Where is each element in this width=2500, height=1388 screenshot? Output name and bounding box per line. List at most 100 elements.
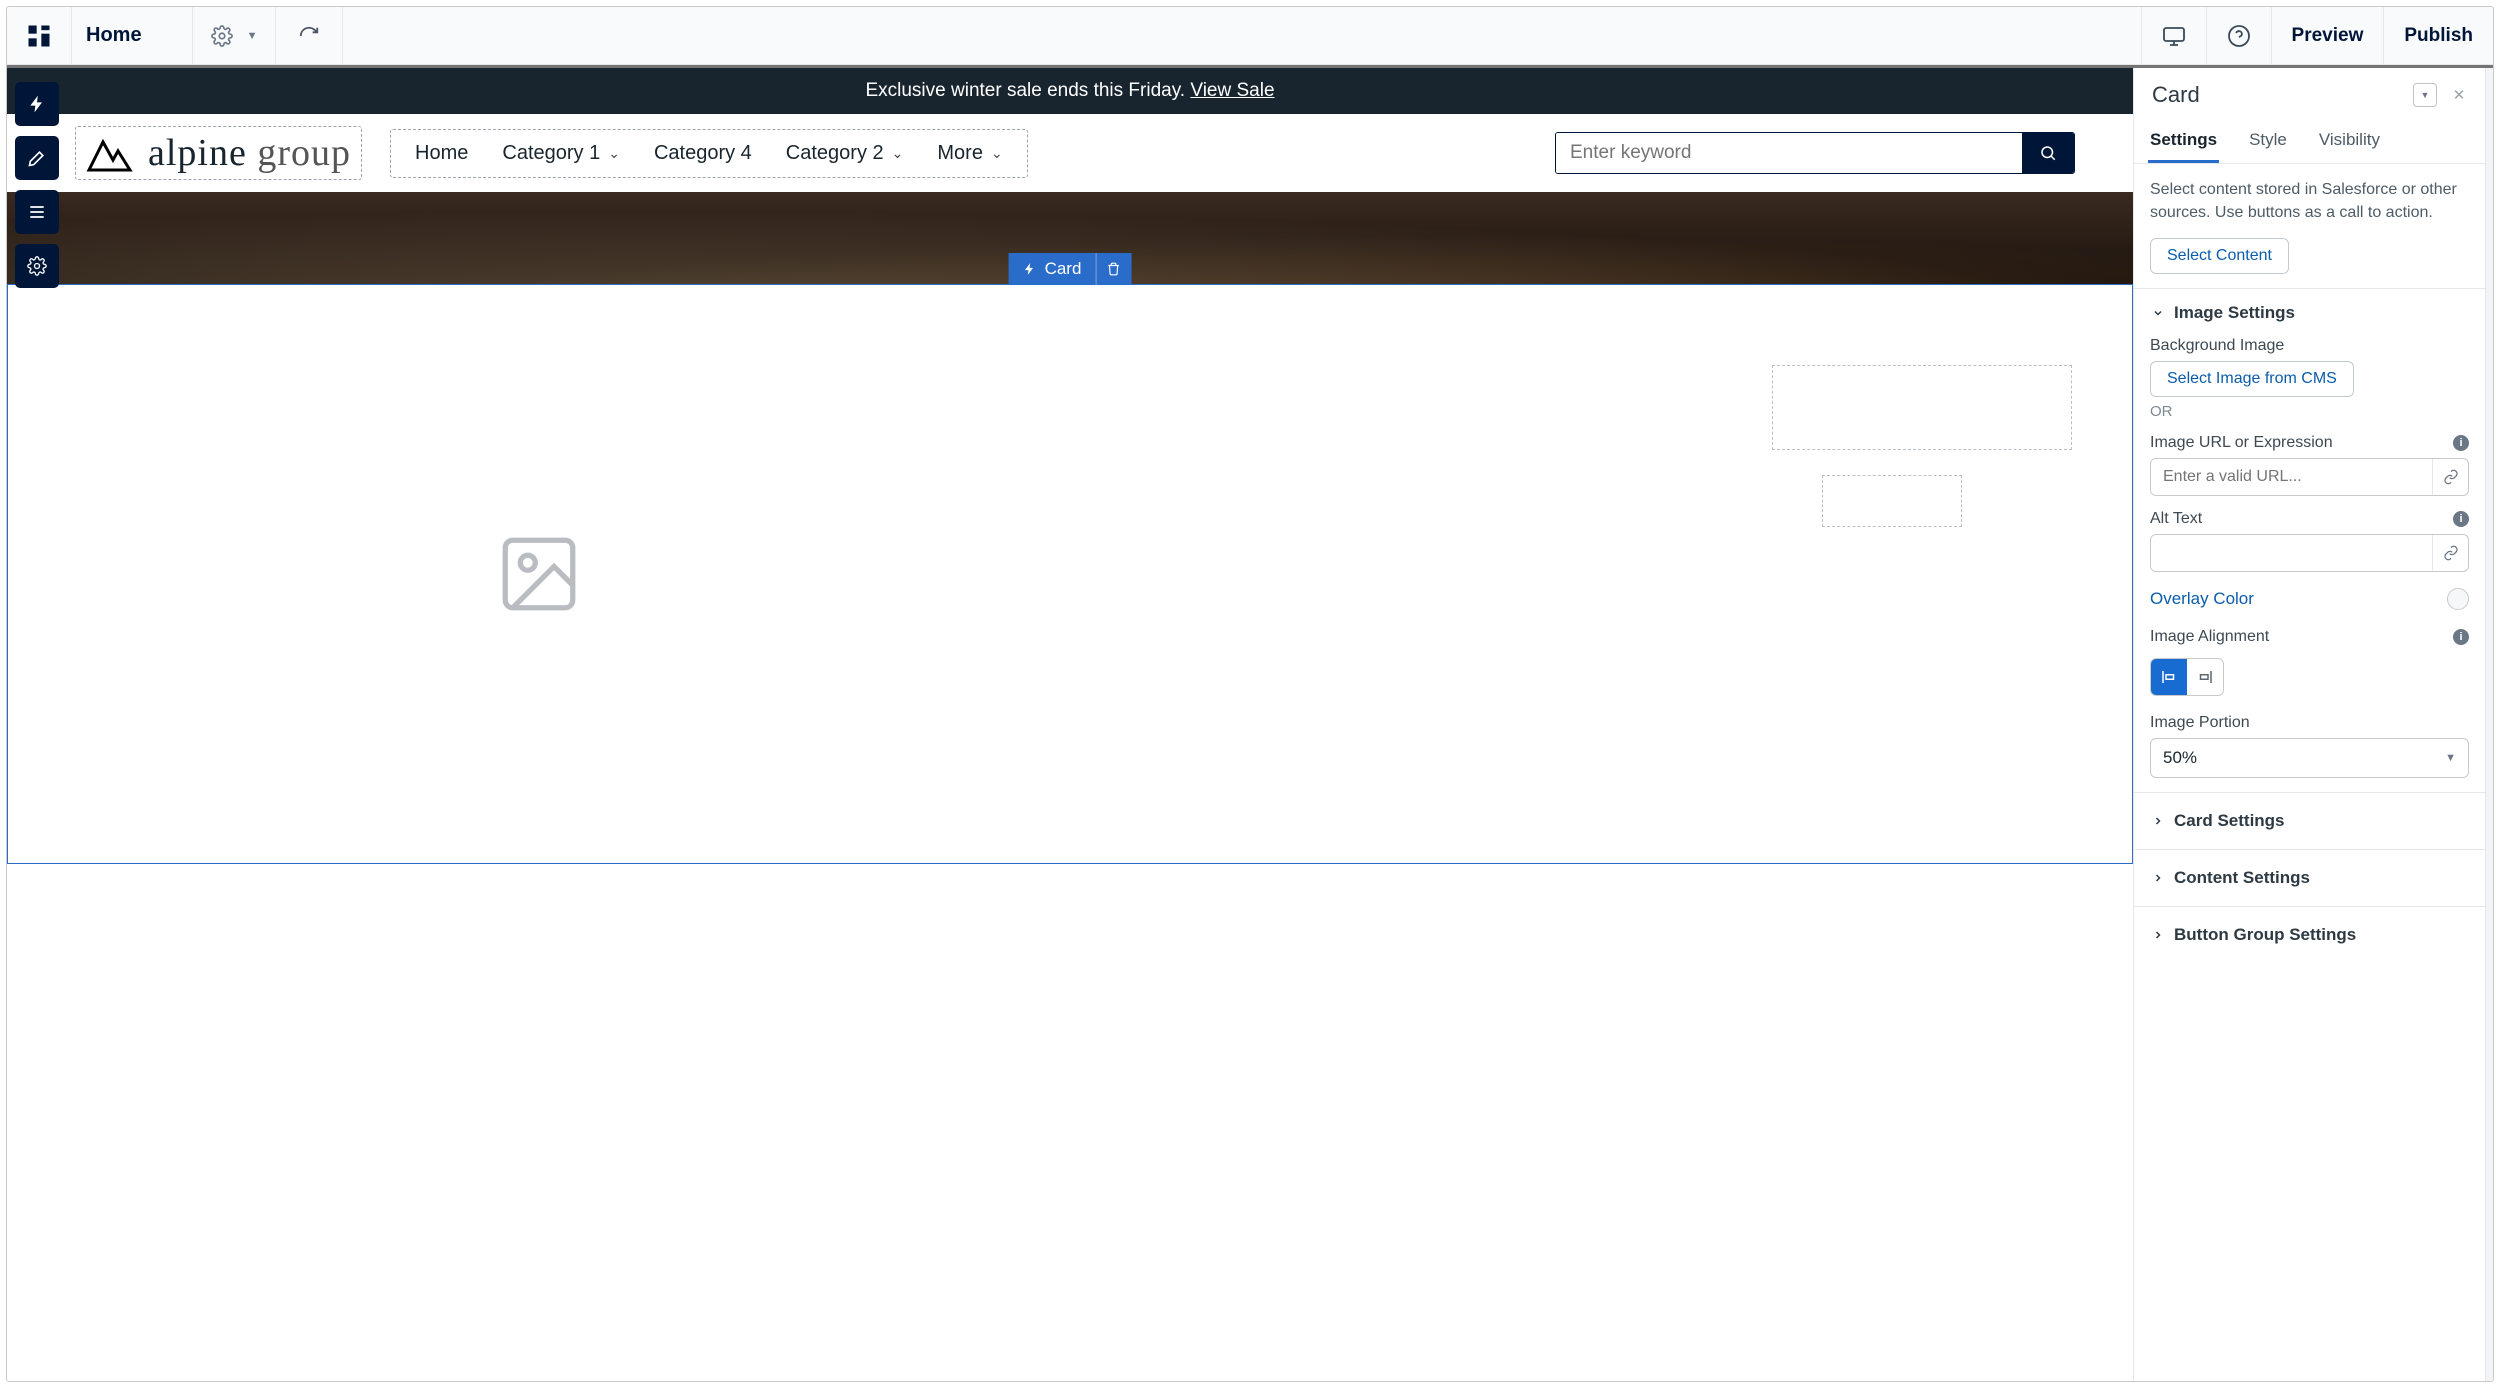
selection-delete-button[interactable] <box>1095 253 1131 285</box>
lightning-icon <box>1023 262 1037 276</box>
image-settings-section: Image Settings Background Image Select I… <box>2134 289 2485 793</box>
card-component-selected[interactable]: Card <box>7 284 2133 864</box>
tab-visibility[interactable]: Visibility <box>2317 120 2382 163</box>
chevron-down-icon: ⌄ <box>608 145 620 162</box>
panel-title: Card <box>2152 82 2200 108</box>
builder-logo[interactable] <box>7 7 72 64</box>
help-button[interactable] <box>2206 7 2271 64</box>
builder-app-shell: Home ▼ Preview Publish <box>6 6 2494 1382</box>
card-settings-accordion[interactable]: Card Settings <box>2134 793 2485 850</box>
image-placeholder-icon <box>489 529 589 619</box>
panel-close-button[interactable]: ✕ <box>2447 83 2471 107</box>
chevron-down-icon: ▼ <box>247 30 258 42</box>
tab-settings[interactable]: Settings <box>2148 120 2219 163</box>
refresh-button[interactable] <box>276 7 343 64</box>
alt-text-label: Alt Text i <box>2150 510 2469 528</box>
site-nav: Home Category 1 ⌄ Category 4 Category 2 … <box>390 129 1028 178</box>
image-alignment-label: Image Alignment i <box>2150 628 2469 646</box>
align-left-button[interactable] <box>2151 659 2187 695</box>
chevron-right-icon <box>2150 927 2166 943</box>
topbar-right: Preview Publish <box>2141 7 2493 64</box>
app-topbar: Home ▼ Preview Publish <box>7 7 2493 65</box>
property-panel: Card ▼ ✕ Settings Style Visibility Selec… <box>2133 68 2485 1381</box>
lightning-icon <box>27 94 47 114</box>
image-portion-select-row: 50% ▼ <box>2150 738 2469 778</box>
nav-category-2[interactable]: Category 2 ⌄ <box>786 142 904 165</box>
trash-icon <box>1107 262 1121 276</box>
theme-rail-button[interactable] <box>15 136 59 180</box>
scrollbar-track[interactable] <box>2485 68 2493 1381</box>
page-settings-dropdown[interactable]: ▼ <box>193 7 277 64</box>
panel-header: Card ▼ ✕ <box>2134 68 2485 114</box>
site-search-button[interactable] <box>2022 133 2074 173</box>
chevron-right-icon <box>2150 813 2166 829</box>
builder-sidebar <box>7 70 67 300</box>
page-name-label: Home <box>86 24 142 47</box>
help-icon <box>2227 24 2251 48</box>
chevron-down-icon: ⌄ <box>991 145 1003 162</box>
publish-button[interactable]: Publish <box>2383 7 2493 64</box>
align-right-button[interactable] <box>2187 659 2223 695</box>
overlay-color-swatch[interactable] <box>2447 588 2469 610</box>
image-portion-select[interactable]: 50% ▼ <box>2150 738 2469 778</box>
info-icon[interactable]: i <box>2453 435 2469 451</box>
tab-style[interactable]: Style <box>2247 120 2289 163</box>
panel-body: Select content stored in Salesforce or o… <box>2134 164 2485 1381</box>
image-settings-accordion[interactable]: Image Settings <box>2150 303 2469 323</box>
brand-logo-icon <box>86 133 136 173</box>
settings-rail-button[interactable] <box>15 244 59 288</box>
image-url-input[interactable] <box>2151 459 2432 495</box>
button-group-settings-accordion[interactable]: Button Group Settings <box>2134 907 2485 963</box>
preview-button[interactable]: Preview <box>2271 7 2384 64</box>
align-left-icon <box>2160 668 2178 686</box>
nav-category-1[interactable]: Category 1 ⌄ <box>502 142 620 165</box>
site-brand[interactable]: alpine group <box>75 126 362 180</box>
panel-tabs: Settings Style Visibility <box>2134 114 2485 164</box>
promo-banner-text: Exclusive winter sale ends this Friday. <box>865 80 1190 101</box>
alt-text-input-wrap <box>2150 534 2469 572</box>
selection-indicator-main[interactable]: Card <box>1009 253 1096 285</box>
chevron-down-icon <box>2150 305 2166 321</box>
chevron-down-icon: ▼ <box>2421 90 2430 100</box>
overlay-color-row: Overlay Color <box>2150 588 2469 610</box>
info-icon[interactable]: i <box>2453 629 2469 645</box>
page-name[interactable]: Home <box>72 7 193 64</box>
overlay-color-label[interactable]: Overlay Color <box>2150 589 2254 609</box>
promo-banner-link[interactable]: View Sale <box>1190 80 1274 101</box>
card-content-area <box>1070 285 2132 863</box>
select-image-cms-button[interactable]: Select Image from CMS <box>2150 361 2354 397</box>
viewport-desktop-button[interactable] <box>2141 7 2206 64</box>
content-placeholder-slot <box>1772 365 2072 450</box>
expression-picker-button[interactable] <box>2432 459 2468 495</box>
align-right-icon <box>2196 668 2214 686</box>
chevron-right-icon <box>2150 870 2166 886</box>
image-portion-value: 50% <box>2163 748 2197 768</box>
alt-text-input[interactable] <box>2151 535 2432 571</box>
panel-menu-button[interactable]: ▼ <box>2413 83 2437 107</box>
selection-label: Card <box>1045 259 1082 279</box>
image-url-label: Image URL or Expression i <box>2150 434 2469 452</box>
expression-picker-button[interactable] <box>2432 535 2468 571</box>
builder-logo-icon <box>25 22 53 50</box>
desktop-icon <box>2162 24 2186 48</box>
info-icon[interactable]: i <box>2453 511 2469 527</box>
components-rail-button[interactable] <box>15 82 59 126</box>
selection-indicator: Card <box>1009 253 1132 285</box>
content-settings-accordion[interactable]: Content Settings <box>2134 850 2485 907</box>
card-image-area <box>8 285 1070 863</box>
or-text: OR <box>2150 403 2469 420</box>
nav-home[interactable]: Home <box>415 142 468 165</box>
builder-canvas[interactable]: Exclusive winter sale ends this Friday. … <box>7 68 2133 1381</box>
site-search <box>1555 132 2075 174</box>
link-icon <box>2443 469 2459 485</box>
select-content-button[interactable]: Select Content <box>2150 238 2289 274</box>
nav-category-4[interactable]: Category 4 <box>654 142 752 165</box>
promo-banner: Exclusive winter sale ends this Friday. … <box>7 68 2133 114</box>
gear-icon <box>27 256 47 276</box>
content-helper-text: Select content stored in Salesforce or o… <box>2150 178 2469 224</box>
gear-icon <box>211 25 233 47</box>
structure-rail-button[interactable] <box>15 190 59 234</box>
site-search-input[interactable] <box>1556 133 2022 173</box>
nav-more[interactable]: More ⌄ <box>937 142 1002 165</box>
publish-label: Publish <box>2404 25 2473 47</box>
